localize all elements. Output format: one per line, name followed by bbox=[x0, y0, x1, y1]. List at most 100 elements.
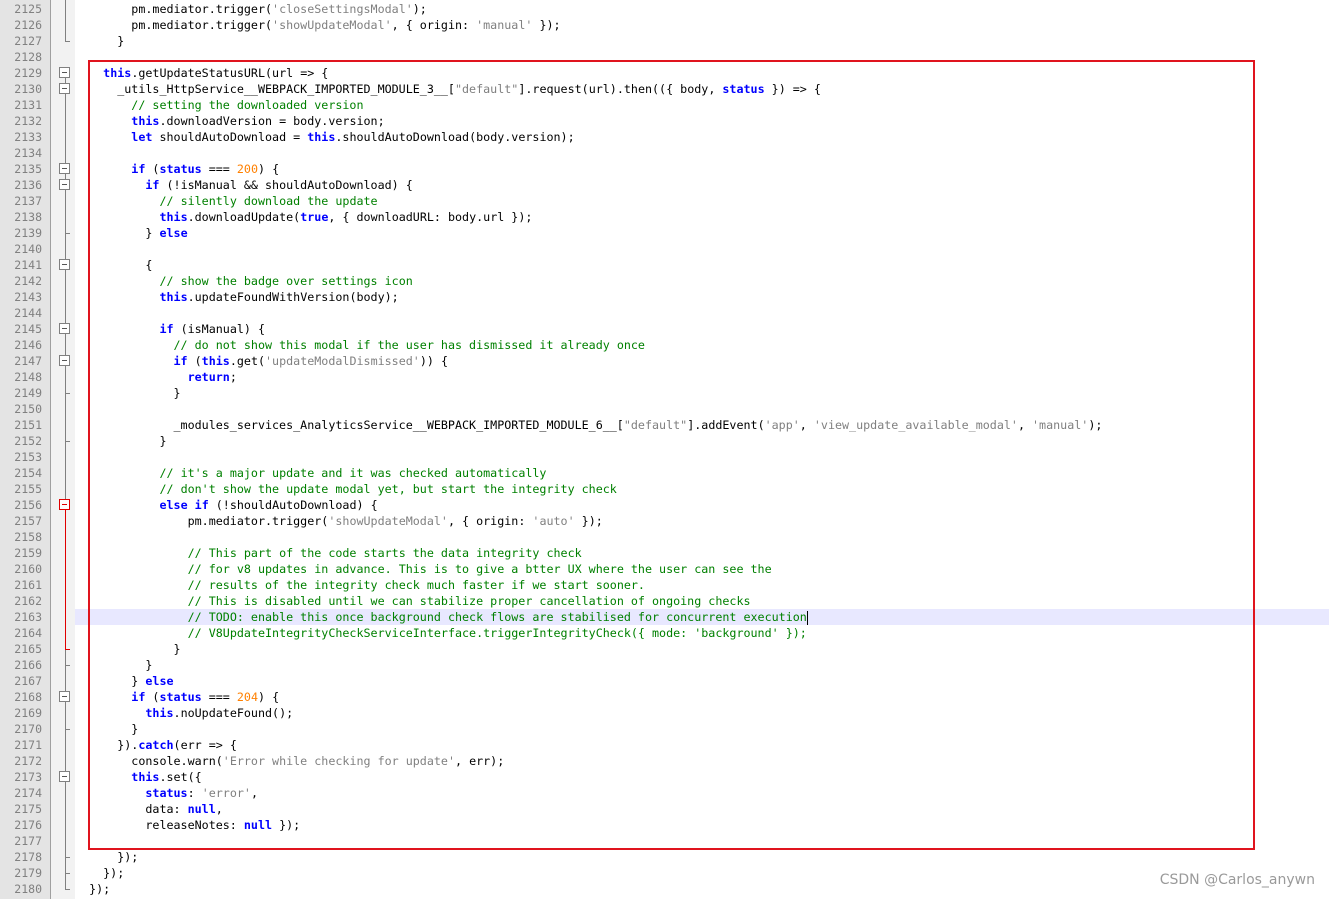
code-line[interactable]: 2136 if (!isManual && shouldAutoDownload… bbox=[0, 177, 1329, 193]
code-text[interactable]: if (!isManual && shouldAutoDownload) { bbox=[75, 177, 412, 193]
code-line[interactable]: 2157 pm.mediator.trigger('showUpdateModa… bbox=[0, 513, 1329, 529]
code-line[interactable]: 2176 releaseNotes: null }); bbox=[0, 817, 1329, 833]
code-text[interactable]: } bbox=[75, 657, 152, 673]
code-text[interactable]: console.warn('Error while checking for u… bbox=[75, 753, 504, 769]
code-text[interactable]: status: 'error', bbox=[75, 785, 258, 801]
code-text[interactable]: if (isManual) { bbox=[75, 321, 265, 337]
code-line[interactable]: 2135 if (status === 200) { bbox=[0, 161, 1329, 177]
code-line[interactable]: 2180 }); bbox=[0, 881, 1329, 897]
code-line[interactable]: 2137 // silently download the update bbox=[0, 193, 1329, 209]
code-line[interactable]: 2167 } else bbox=[0, 673, 1329, 689]
code-line[interactable]: 2153 bbox=[0, 449, 1329, 465]
code-line[interactable]: 2144 bbox=[0, 305, 1329, 321]
code-line[interactable]: 2172 console.warn('Error while checking … bbox=[0, 753, 1329, 769]
code-text[interactable]: // This part of the code starts the data… bbox=[75, 545, 582, 561]
code-line[interactable]: 2175 data: null, bbox=[0, 801, 1329, 817]
code-text[interactable]: }); bbox=[75, 865, 124, 881]
code-text[interactable]: // it's a major update and it was checke… bbox=[75, 465, 546, 481]
code-line[interactable]: 2146 // do not show this modal if the us… bbox=[0, 337, 1329, 353]
code-text[interactable]: // show the badge over settings icon bbox=[75, 273, 412, 289]
code-line[interactable]: 2143 this.updateFoundWithVersion(body); bbox=[0, 289, 1329, 305]
code-text[interactable]: // TODO: enable this once background che… bbox=[75, 609, 808, 625]
code-line[interactable]: 2141 { bbox=[0, 257, 1329, 273]
code-text[interactable]: _modules_services_AnalyticsService__WEBP… bbox=[75, 417, 1103, 433]
code-line[interactable]: 2150 bbox=[0, 401, 1329, 417]
code-line[interactable]: 2161 // results of the integrity check m… bbox=[0, 577, 1329, 593]
code-line[interactable]: 2127 } bbox=[0, 33, 1329, 49]
code-line[interactable]: 2132 this.downloadVersion = body.version… bbox=[0, 113, 1329, 129]
code-line[interactable]: 2134 bbox=[0, 145, 1329, 161]
code-line[interactable]: 2168 if (status === 204) { bbox=[0, 689, 1329, 705]
code-text[interactable]: else if (!shouldAutoDownload) { bbox=[75, 497, 377, 513]
code-text[interactable]: }); bbox=[75, 849, 138, 865]
code-text[interactable]: // V8UpdateIntegrityCheckServiceInterfac… bbox=[75, 625, 807, 641]
code-line[interactable]: 2125 pm.mediator.trigger('closeSettingsM… bbox=[0, 1, 1329, 17]
code-line[interactable]: 2156 else if (!shouldAutoDownload) { bbox=[0, 497, 1329, 513]
code-line[interactable]: 2152 } bbox=[0, 433, 1329, 449]
code-line[interactable]: 2126 pm.mediator.trigger('showUpdateModa… bbox=[0, 17, 1329, 33]
code-text[interactable]: _utils_HttpService__WEBPACK_IMPORTED_MOD… bbox=[75, 81, 821, 97]
code-text[interactable]: }).catch(err => { bbox=[75, 737, 237, 753]
code-text[interactable]: } bbox=[75, 33, 124, 49]
code-line[interactable]: 2162 // This is disabled until we can st… bbox=[0, 593, 1329, 609]
code-text[interactable]: if (status === 200) { bbox=[75, 161, 279, 177]
code-line[interactable]: 2142 // show the badge over settings ico… bbox=[0, 273, 1329, 289]
code-line[interactable]: 2164 // V8UpdateIntegrityCheckServiceInt… bbox=[0, 625, 1329, 641]
code-text[interactable]: if (this.get('updateModalDismissed')) { bbox=[75, 353, 448, 369]
code-line[interactable]: 2139 } else bbox=[0, 225, 1329, 241]
code-text[interactable]: } else bbox=[75, 673, 173, 689]
code-line[interactable]: 2163 // TODO: enable this once backgroun… bbox=[0, 609, 1329, 625]
code-text[interactable]: } bbox=[75, 433, 166, 449]
code-text[interactable]: this.set({ bbox=[75, 769, 201, 785]
code-text[interactable]: }); bbox=[75, 881, 110, 897]
code-text[interactable]: pm.mediator.trigger('showUpdateModal', {… bbox=[75, 513, 603, 529]
code-line[interactable]: 2129 this.getUpdateStatusURL(url => { bbox=[0, 65, 1329, 81]
code-text[interactable]: // silently download the update bbox=[75, 193, 377, 209]
code-line[interactable]: 2128 bbox=[0, 49, 1329, 65]
code-line[interactable]: 2174 status: 'error', bbox=[0, 785, 1329, 801]
code-line[interactable]: 2151 _modules_services_AnalyticsService_… bbox=[0, 417, 1329, 433]
code-line[interactable]: 2160 // for v8 updates in advance. This … bbox=[0, 561, 1329, 577]
code-line[interactable]: 2138 this.downloadUpdate(true, { downloa… bbox=[0, 209, 1329, 225]
code-editor[interactable]: 2125 pm.mediator.trigger('closeSettingsM… bbox=[0, 0, 1329, 899]
code-text[interactable]: releaseNotes: null }); bbox=[75, 817, 300, 833]
code-text[interactable]: // for v8 updates in advance. This is to… bbox=[75, 561, 772, 577]
code-text[interactable]: } else bbox=[75, 225, 187, 241]
code-line[interactable]: 2140 bbox=[0, 241, 1329, 257]
code-text[interactable]: } bbox=[75, 721, 138, 737]
code-line[interactable]: 2147 if (this.get('updateModalDismissed'… bbox=[0, 353, 1329, 369]
code-line[interactable]: 2154 // it's a major update and it was c… bbox=[0, 465, 1329, 481]
code-line[interactable]: 2155 // don't show the update modal yet,… bbox=[0, 481, 1329, 497]
code-text[interactable]: let shouldAutoDownload = this.shouldAuto… bbox=[75, 129, 574, 145]
code-line[interactable]: 2148 return; bbox=[0, 369, 1329, 385]
code-text[interactable]: pm.mediator.trigger('showUpdateModal', {… bbox=[75, 17, 560, 33]
code-text[interactable]: this.getUpdateStatusURL(url => { bbox=[75, 65, 328, 81]
code-text[interactable]: { bbox=[75, 257, 152, 273]
code-text[interactable]: return; bbox=[75, 369, 237, 385]
code-line[interactable]: 2133 let shouldAutoDownload = this.shoul… bbox=[0, 129, 1329, 145]
code-text[interactable]: // don't show the update modal yet, but … bbox=[75, 481, 616, 497]
code-line[interactable]: 2178 }); bbox=[0, 849, 1329, 865]
code-text[interactable]: } bbox=[75, 385, 181, 401]
code-line[interactable]: 2158 bbox=[0, 529, 1329, 545]
code-line[interactable]: 2177 bbox=[0, 833, 1329, 849]
code-text[interactable]: this.noUpdateFound(); bbox=[75, 705, 293, 721]
code-line[interactable]: 2179 }); bbox=[0, 865, 1329, 881]
code-text[interactable]: pm.mediator.trigger('closeSettingsModal'… bbox=[75, 1, 427, 17]
code-line[interactable]: 2170 } bbox=[0, 721, 1329, 737]
code-line[interactable]: 2166 } bbox=[0, 657, 1329, 673]
code-line[interactable]: 2171 }).catch(err => { bbox=[0, 737, 1329, 753]
code-text[interactable]: this.downloadUpdate(true, { downloadURL:… bbox=[75, 209, 532, 225]
code-line[interactable]: 2130 _utils_HttpService__WEBPACK_IMPORTE… bbox=[0, 81, 1329, 97]
code-text[interactable]: // setting the downloaded version bbox=[75, 97, 363, 113]
code-text[interactable]: // results of the integrity check much f… bbox=[75, 577, 645, 593]
code-line[interactable]: 2169 this.noUpdateFound(); bbox=[0, 705, 1329, 721]
code-line[interactable]: 2165 } bbox=[0, 641, 1329, 657]
code-text[interactable]: if (status === 204) { bbox=[75, 689, 279, 705]
code-text[interactable]: } bbox=[75, 641, 181, 657]
code-line[interactable]: 2173 this.set({ bbox=[0, 769, 1329, 785]
code-text[interactable]: data: null, bbox=[75, 801, 222, 817]
code-text[interactable]: // This is disabled until we can stabili… bbox=[75, 593, 751, 609]
code-line[interactable]: 2149 } bbox=[0, 385, 1329, 401]
code-line[interactable]: 2145 if (isManual) { bbox=[0, 321, 1329, 337]
